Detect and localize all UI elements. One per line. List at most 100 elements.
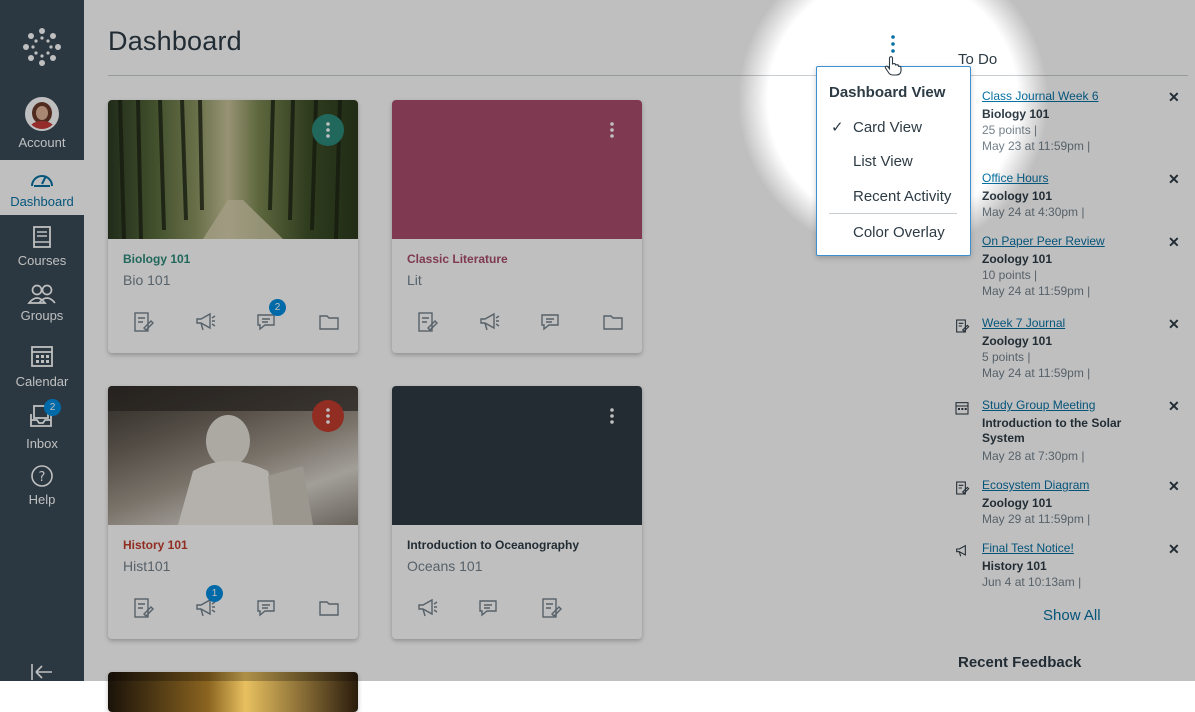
- assignment-icon: [956, 319, 970, 333]
- todo-course: Biology 101: [982, 107, 1050, 121]
- nav-account[interactable]: Account: [0, 97, 84, 152]
- nav-dashboard[interactable]: Dashboard: [0, 160, 84, 215]
- todo-link[interactable]: Class Journal Week 6: [982, 89, 1099, 103]
- todo-due: May 29 at 11:59pm |: [982, 512, 1091, 526]
- todo-points: 25 points |: [982, 123, 1038, 137]
- menu-item-recent-activity[interactable]: Recent Activity: [853, 188, 951, 205]
- card-hero-image[interactable]: [108, 386, 358, 525]
- menu-heading: Dashboard View: [829, 84, 946, 101]
- card-hero-image[interactable]: [108, 100, 358, 239]
- todo-points: 10 points |: [982, 268, 1038, 282]
- todo-due: May 28 at 7:30pm |: [982, 449, 1085, 463]
- more-vertical-icon: [326, 122, 330, 138]
- todo-points: 5 points |: [982, 350, 1031, 364]
- dismiss-button[interactable]: ✕: [1168, 398, 1180, 415]
- nav-groups[interactable]: Groups: [0, 283, 84, 333]
- discussion-icon[interactable]: [255, 596, 279, 620]
- discussion-icon[interactable]: [539, 310, 563, 334]
- folder-icon[interactable]: [317, 596, 341, 620]
- card-course-name[interactable]: Biology 101: [123, 252, 190, 266]
- card-course-code: Bio 101: [123, 272, 171, 288]
- global-nav: Account Dashboard Courses Groups Calenda…: [0, 0, 84, 681]
- nav-groups-label: Groups: [20, 308, 64, 323]
- more-vertical-icon: [610, 408, 614, 424]
- show-all-link[interactable]: Show All: [1043, 607, 1101, 624]
- dashboard-options-button[interactable]: [883, 33, 903, 57]
- help-icon: ?: [31, 465, 53, 487]
- todo-item: Office Hours Zoology 101 May 24 at 4:30p…: [954, 171, 1184, 223]
- inbox-badge: 2: [44, 399, 61, 416]
- dismiss-button[interactable]: ✕: [1168, 541, 1180, 558]
- assignment-icon[interactable]: [131, 310, 155, 334]
- todo-course: Zoology 101: [982, 496, 1053, 510]
- todo-link[interactable]: Office Hours: [982, 171, 1048, 185]
- nav-account-label: Account: [18, 135, 66, 150]
- menu-item-card-view[interactable]: Card View: [853, 119, 922, 136]
- todo-item: Final Test Notice! History 101 Jun 4 at …: [954, 541, 1184, 593]
- dashboard-view-menu: Dashboard View ✓ Card View List View Rec…: [816, 66, 971, 256]
- todo-course: Zoology 101: [982, 252, 1053, 266]
- nav-inbox[interactable]: 2 Inbox: [0, 399, 84, 452]
- nav-calendar-label: Calendar: [15, 374, 69, 389]
- assignment-icon[interactable]: [539, 596, 563, 620]
- collapse-nav-icon[interactable]: [30, 663, 54, 681]
- announcement-icon[interactable]: [477, 310, 501, 334]
- card-hero-image[interactable]: [108, 672, 358, 712]
- nav-help[interactable]: ? Help: [0, 464, 84, 514]
- card-options-button[interactable]: [596, 114, 628, 146]
- course-card-biology[interactable]: Biology 101 Bio 101 2: [108, 100, 358, 353]
- discussion-icon[interactable]: [477, 596, 501, 620]
- card-options-button[interactable]: [312, 114, 344, 146]
- page-header: Dashboard: [108, 26, 242, 57]
- assignment-icon[interactable]: [415, 310, 439, 334]
- todo-link[interactable]: Week 7 Journal: [982, 316, 1065, 330]
- card-hero-color[interactable]: [392, 100, 642, 239]
- announcement-icon: [956, 544, 966, 557]
- book-icon: [33, 226, 51, 248]
- folder-icon[interactable]: [317, 310, 341, 334]
- todo-due: May 23 at 11:59pm |: [982, 139, 1091, 153]
- course-card-history[interactable]: History 101 Hist101 1: [108, 386, 358, 639]
- todo-course: Zoology 101: [982, 334, 1053, 348]
- svg-text:?: ?: [39, 470, 46, 485]
- calendar-icon: [955, 402, 969, 415]
- todo-item: On Paper Peer Review Zoology 101 10 poin…: [954, 234, 1184, 304]
- course-card-partial[interactable]: [108, 672, 358, 712]
- nav-calendar[interactable]: Calendar: [0, 344, 84, 394]
- nav-dashboard-label: Dashboard: [10, 194, 74, 209]
- course-card-classic-literature[interactable]: Classic Literature Lit: [392, 100, 642, 353]
- todo-link[interactable]: On Paper Peer Review: [982, 234, 1105, 248]
- canvas-logo[interactable]: [21, 26, 63, 68]
- avatar: [25, 97, 59, 131]
- dismiss-button[interactable]: ✕: [1168, 171, 1180, 188]
- page-title: Dashboard: [108, 26, 242, 56]
- hand-cursor-icon: [884, 56, 902, 76]
- card-options-button[interactable]: [312, 400, 344, 432]
- nav-inbox-label: Inbox: [26, 436, 58, 451]
- todo-course: History 101: [982, 559, 1047, 573]
- todo-link[interactable]: Ecosystem Diagram: [982, 478, 1089, 492]
- todo-course: Zoology 101: [982, 189, 1053, 203]
- folder-icon[interactable]: [601, 310, 625, 334]
- course-card-oceanography[interactable]: Introduction to Oceanography Oceans 101: [392, 386, 642, 639]
- dismiss-button[interactable]: ✕: [1168, 234, 1180, 251]
- todo-due: May 24 at 11:59pm |: [982, 366, 1091, 380]
- dismiss-button[interactable]: ✕: [1168, 89, 1180, 106]
- card-hero-color[interactable]: [392, 386, 642, 525]
- card-course-code: Hist101: [123, 558, 171, 574]
- menu-item-list-view[interactable]: List View: [853, 153, 913, 170]
- card-course-name[interactable]: Introduction to Oceanography: [407, 538, 579, 552]
- menu-item-color-overlay[interactable]: Color Overlay: [853, 224, 945, 241]
- announcement-icon[interactable]: [415, 596, 439, 620]
- assignment-icon[interactable]: [131, 596, 155, 620]
- todo-link[interactable]: Study Group Meeting: [982, 398, 1095, 412]
- announcement-icon[interactable]: [193, 310, 217, 334]
- dismiss-button[interactable]: ✕: [1168, 316, 1180, 333]
- dismiss-button[interactable]: ✕: [1168, 478, 1180, 495]
- card-course-name[interactable]: Classic Literature: [407, 252, 508, 266]
- card-options-button[interactable]: [596, 400, 628, 432]
- speedometer-icon: [31, 175, 53, 187]
- card-course-name[interactable]: History 101: [123, 538, 188, 552]
- todo-link[interactable]: Final Test Notice!: [982, 541, 1074, 555]
- nav-courses[interactable]: Courses: [0, 225, 84, 275]
